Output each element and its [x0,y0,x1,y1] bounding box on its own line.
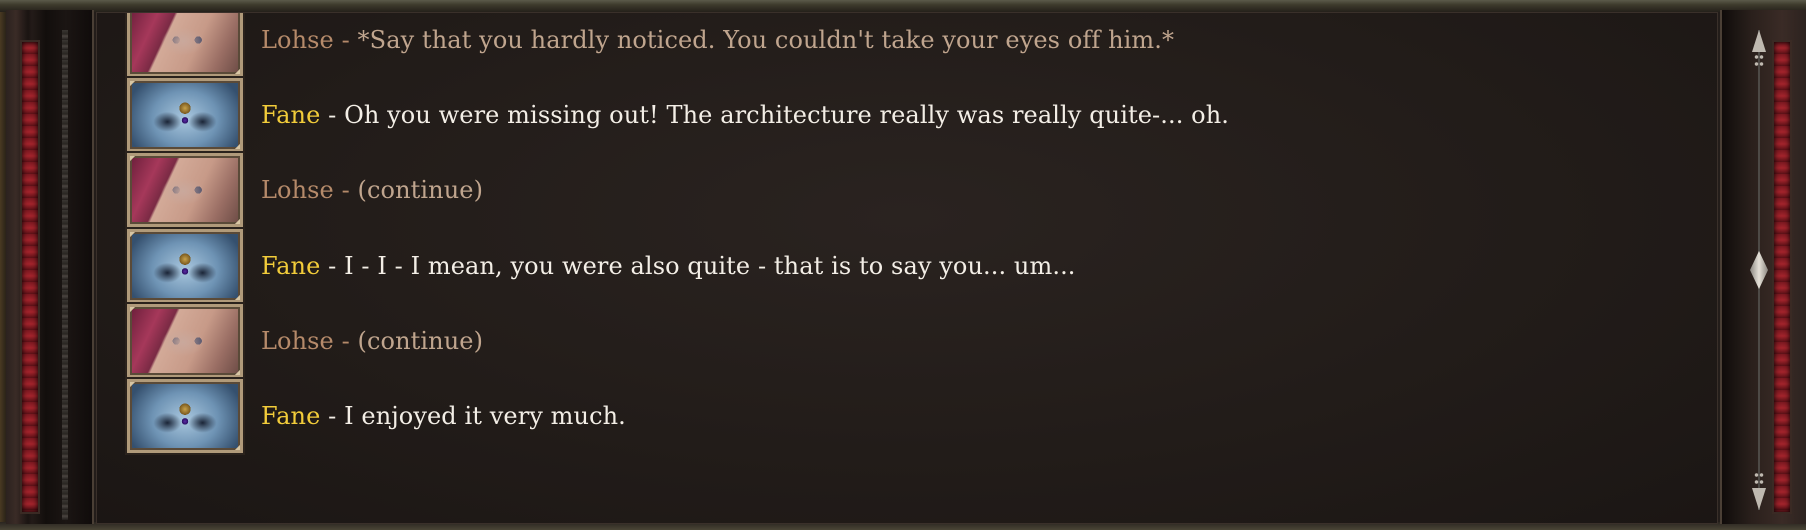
separator: - [333,176,358,204]
dialogue-text: Oh you were missing out! The architectur… [344,101,1229,129]
dialogue-entry: Fane - I enjoyed it very much. [127,377,1627,455]
dialogue-entry: Fane - Oh you were missing out! The arch… [127,76,1627,154]
dialogue-list: Lohse - *Say that you hardly noticed. Yo… [127,13,1717,523]
arrow-down-icon[interactable] [1752,470,1766,510]
dialogue-entry: Lohse - (continue) [127,151,1627,229]
dialogue-entry: Lohse - (continue) [127,302,1627,380]
portrait-lohse[interactable] [127,304,243,378]
speaker-name: Fane [261,252,321,280]
dialogue-scrollbar[interactable] [1750,30,1768,510]
separator: - [320,101,345,129]
speaker-name: Fane [261,402,321,430]
diamond-thumb-icon[interactable] [1750,251,1768,289]
speaker-name: Lohse [261,176,334,204]
frame-top-border [0,0,1806,12]
portrait-lohse[interactable] [127,153,243,227]
portrait-fane[interactable] [127,78,243,152]
speaker-name: Lohse [261,26,334,54]
speaker-name: Lohse [261,327,334,355]
left-red-ornament [20,40,40,514]
dialogue-text: *Say that you hardly noticed. You couldn… [357,26,1175,54]
speaker-name: Fane [261,101,321,129]
dialogue-text: (continue) [357,327,484,355]
arrow-up-icon[interactable] [1752,30,1766,70]
separator: - [320,252,345,280]
dialogue-text: I enjoyed it very much. [344,402,626,430]
portrait-lohse[interactable] [127,13,243,77]
dialogue-entry: Fane - I - I - I mean, you were also qui… [127,227,1627,305]
dialogue-text: (continue) [357,176,484,204]
separator: - [333,327,358,355]
game-frame: Lohse - *Say that you hardly noticed. Yo… [0,0,1806,530]
portrait-fane[interactable] [127,229,243,303]
dialogue-entry: Lohse - *Say that you hardly noticed. Yo… [127,13,1627,79]
dialogue-log-panel: Lohse - *Say that you hardly noticed. Yo… [96,12,1718,524]
dialogue-text: I - I - I mean, you were also quite - th… [344,252,1076,280]
separator: - [320,402,345,430]
separator: - [333,26,358,54]
right-red-ornament [1772,40,1792,514]
left-ornament-rail [6,10,94,524]
portrait-fane[interactable] [127,379,243,453]
left-chain-ornament [62,30,68,520]
